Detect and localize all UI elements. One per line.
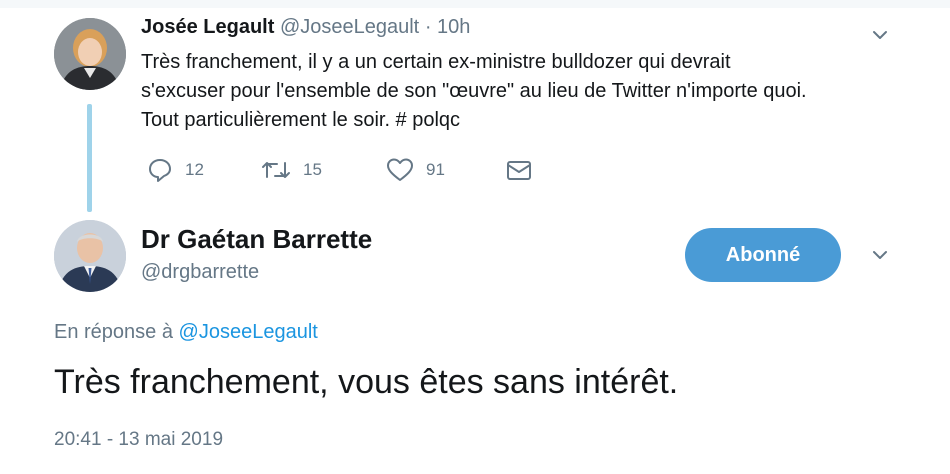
- heart-icon: [387, 158, 413, 181]
- avatar-gaetan-barrette[interactable]: [54, 220, 126, 292]
- reply-prefix: En réponse à: [54, 321, 173, 343]
- parent-tweet-text: Très franchement, il y a un certain ex-m…: [141, 48, 901, 135]
- parent-tweet-header: Josée Legault @JoseeLegault · 10h: [141, 16, 470, 39]
- retweet-count: 15: [303, 160, 322, 179]
- avatar-josee-legault[interactable]: [54, 18, 126, 90]
- separator-dot: ·: [424, 16, 432, 38]
- reply-context: En réponse à @JoseeLegault: [54, 321, 318, 344]
- retweet-icon: [262, 162, 290, 178]
- reply-icon: [149, 159, 171, 182]
- reply-count: 12: [185, 160, 204, 179]
- direct-message-button[interactable]: [505, 156, 533, 184]
- top-divider: [0, 0, 950, 8]
- author-name[interactable]: Dr Gaétan Barrette: [141, 224, 372, 255]
- like-button[interactable]: 91: [386, 156, 445, 184]
- author-handle[interactable]: @drgbarrette: [141, 261, 259, 284]
- retweet-button[interactable]: 15: [261, 156, 322, 184]
- author-name[interactable]: Josée Legault: [141, 16, 274, 38]
- chevron-down-icon[interactable]: [871, 246, 889, 264]
- reply-button[interactable]: 12: [147, 156, 204, 184]
- author-handle[interactable]: @JoseeLegault: [280, 16, 419, 38]
- tweet-text-line: s'excuser pour l'ensemble de son "œuvre"…: [141, 80, 807, 102]
- like-count: 91: [426, 160, 445, 179]
- reply-to-handle-link[interactable]: @JoseeLegault: [179, 321, 318, 343]
- thread-connector: [87, 104, 92, 212]
- tweet-text-line: Très franchement, il y a un certain ex-m…: [141, 51, 731, 73]
- chevron-down-icon[interactable]: [871, 26, 889, 44]
- tweet-time[interactable]: 10h: [437, 16, 470, 38]
- tweet-timestamp[interactable]: 20:41 - 13 mai 2019: [54, 429, 223, 451]
- main-tweet-text: Très franchement, vous êtes sans intérêt…: [54, 363, 679, 401]
- envelope-icon: [507, 161, 531, 180]
- tweet-text-line: Tout particulièrement le soir. # polqc: [141, 109, 461, 131]
- following-button[interactable]: Abonné: [685, 228, 841, 282]
